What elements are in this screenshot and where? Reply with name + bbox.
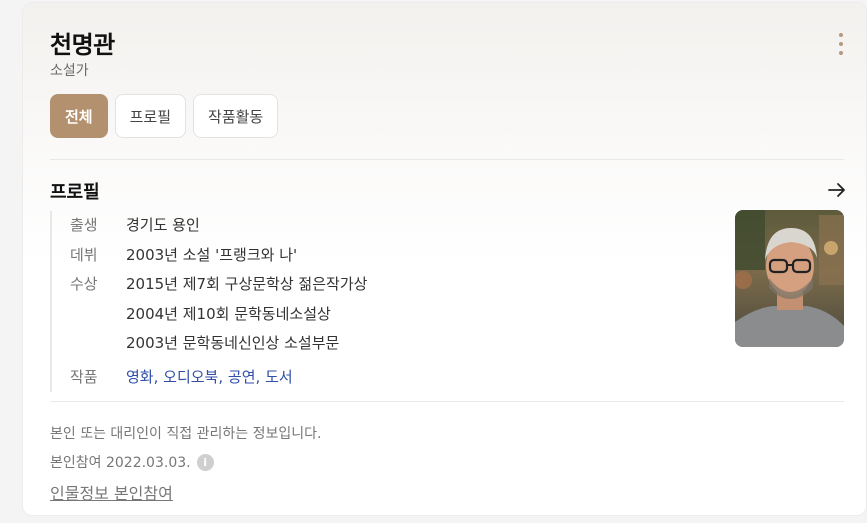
- person-name: 천명관: [50, 31, 115, 59]
- person-role: 소설가: [50, 63, 89, 79]
- tab-bar: 전체 프로필 작품활동: [50, 94, 279, 138]
- section-title: 프로필: [50, 182, 100, 203]
- works-link-books[interactable]: 도서: [265, 368, 293, 386]
- managed-note: 본인 또는 대리인이 직접 관리하는 정보입니다.: [50, 426, 322, 442]
- tab-works[interactable]: 작품활동: [193, 94, 279, 138]
- awards-label: 수상: [70, 275, 98, 293]
- works-links: 영화, 오디오북, 공연, 도서: [126, 367, 293, 386]
- works-label: 작품: [70, 367, 98, 386]
- works-link-performance[interactable]: 공연: [228, 368, 256, 386]
- birth-label: 출생: [70, 216, 98, 234]
- info-row-awards: 수상 2015년 제7회 구상문학상 젊은작가상 2004년 제10회 문학동네…: [70, 270, 710, 359]
- works-link-film[interactable]: 영화: [126, 368, 154, 386]
- arrow-right-icon[interactable]: [827, 181, 847, 199]
- joined-date: 본인참여 2022.03.03.: [50, 455, 191, 471]
- profile-photo[interactable]: [735, 210, 844, 347]
- info-row-debut: 데뷔 2003년 소설 '프랭크와 나': [70, 241, 710, 271]
- debut-label: 데뷔: [70, 245, 98, 264]
- tab-profile[interactable]: 프로필: [114, 94, 187, 138]
- info-icon[interactable]: i: [196, 453, 214, 471]
- award-item: 2003년 문학동네신인상 소설부문: [126, 334, 340, 352]
- profile-card: 천명관 소설가 전체 프로필 작품활동 프로필 출생 경기도 용인 데뷔 200…: [22, 2, 867, 516]
- info-row-works: 작품 영화, 오디오북, 공연, 도서: [70, 363, 710, 393]
- tab-all[interactable]: 전체: [50, 94, 108, 138]
- joined-info: 본인참여 2022.03.03. i: [50, 452, 214, 472]
- debut-value: 2003년 소설 '프랭크와 나': [126, 245, 298, 264]
- works-link-audiobook[interactable]: 오디오북: [163, 368, 218, 386]
- divider: [50, 401, 844, 402]
- award-item: 2004년 제10회 문학동네소설상: [126, 304, 331, 323]
- info-row-birth: 출생 경기도 용인: [70, 211, 710, 241]
- self-participation-link[interactable]: 인물정보 본인참여: [50, 480, 173, 504]
- profile-info: 출생 경기도 용인 데뷔 2003년 소설 '프랭크와 나' 수상 2015년 …: [50, 211, 710, 392]
- award-item: 2015년 제7회 구상문학상 젊은작가상: [126, 275, 368, 293]
- awards-list: 2015년 제7회 구상문학상 젊은작가상 2004년 제10회 문학동네소설상…: [126, 270, 367, 359]
- more-options-icon[interactable]: [831, 33, 851, 55]
- birth-value: 경기도 용인: [126, 216, 200, 234]
- divider: [50, 159, 844, 160]
